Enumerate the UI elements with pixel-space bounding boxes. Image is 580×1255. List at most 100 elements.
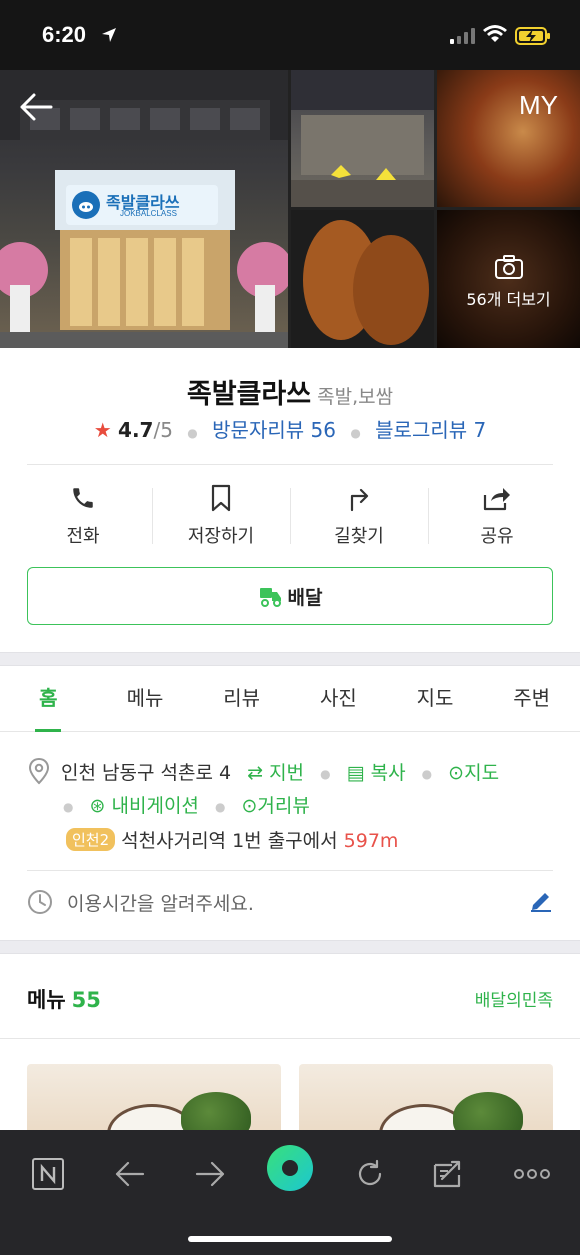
- call-button[interactable]: 전화: [14, 482, 152, 552]
- menu-count: 55: [71, 988, 101, 1012]
- share-label: 공유: [480, 526, 514, 547]
- visitor-reviews-link[interactable]: 방문자리뷰 56: [212, 418, 336, 442]
- tab-nearby[interactable]: 주변: [483, 666, 580, 731]
- clock-icon: [28, 890, 52, 914]
- tab-home[interactable]: 홈: [0, 666, 97, 731]
- pig-logo-icon: [72, 191, 100, 219]
- photo-gallery[interactable]: 족발클라쓰 JOKBALCLASS 56개 더보기 MY: [0, 70, 580, 348]
- store-sign: 족발클라쓰 JOKBALCLASS: [66, 185, 218, 225]
- tab-menu[interactable]: 메뉴: [97, 666, 194, 731]
- share-icon: [483, 488, 510, 511]
- subway-row: 인천2 석천사거리역 1번 출구에서 597m: [66, 826, 398, 853]
- browser-back-button[interactable]: [108, 1152, 152, 1196]
- separator-dot: ●: [350, 426, 361, 440]
- navigation-link[interactable]: ⊛ 내비게이션: [90, 795, 199, 817]
- browser-forward-button[interactable]: [188, 1152, 232, 1196]
- green-dot-button[interactable]: [266, 1144, 314, 1192]
- tab-reviews[interactable]: 리뷰: [193, 666, 290, 731]
- forward-arrow-icon: [195, 1161, 225, 1187]
- tab-bar: 홈 메뉴 리뷰 사진 지도 주변: [0, 666, 580, 732]
- copy-icon: ▤: [346, 762, 365, 784]
- bookmark-icon: [211, 484, 231, 512]
- interior-photo[interactable]: [291, 70, 434, 207]
- directions-label: 길찾기: [334, 526, 384, 547]
- naver-home-button[interactable]: [26, 1152, 70, 1196]
- separator-dot: ●: [421, 766, 433, 781]
- place-page: 6:20 족발클라쓰 JOKBALCLASS 56개 더보기 MY 족발클라쓰 …: [0, 0, 580, 1255]
- menu-title: 메뉴: [27, 988, 66, 1012]
- more-photos-button[interactable]: 56개 더보기: [437, 254, 580, 310]
- sign-subtext: JOKBALCLASS: [120, 209, 177, 218]
- exit-text: 1번 출구에서: [232, 830, 338, 852]
- place-name: 족발클라쓰: [186, 379, 312, 410]
- menu-source-link[interactable]: 배달의민족: [475, 986, 553, 1011]
- signal-icon: [450, 28, 475, 44]
- home-indicator: [188, 1236, 392, 1242]
- separator-dot: ●: [214, 799, 226, 814]
- divider: [0, 1038, 580, 1039]
- food-illustration: [291, 210, 434, 348]
- edit-pencil-icon[interactable]: [529, 889, 553, 913]
- green-dot-icon: [267, 1145, 313, 1191]
- address-text: 인천 남동구 석촌로 4: [61, 762, 232, 784]
- menu-header: 메뉴 55 배달의민족: [27, 984, 553, 1014]
- delivery-label: 배달: [287, 586, 323, 609]
- swap-icon: ⇄: [247, 762, 264, 784]
- hours-row[interactable]: 이용시간을 알려주세요.: [27, 886, 553, 918]
- directions-icon: [350, 488, 369, 512]
- wifi-icon: [483, 25, 507, 42]
- reload-button[interactable]: [348, 1152, 392, 1196]
- divider: [27, 870, 553, 871]
- share-page-button[interactable]: [426, 1152, 470, 1196]
- rating-score: 4.7: [118, 418, 154, 442]
- street-view-link[interactable]: ⊙거리뷰: [241, 795, 309, 817]
- back-arrow-icon: [115, 1161, 145, 1187]
- copy-link[interactable]: ▤ 복사: [347, 762, 406, 784]
- tab-map[interactable]: 지도: [387, 666, 484, 731]
- separator-dot: ●: [187, 426, 198, 440]
- section-gap: [0, 940, 580, 954]
- save-button[interactable]: 저장하기: [152, 482, 290, 552]
- jibun-label: 지번: [269, 762, 305, 784]
- food-photo-2[interactable]: [291, 210, 434, 348]
- share-button[interactable]: 공유: [428, 482, 566, 552]
- camera-icon: [494, 255, 523, 279]
- food-photo-3[interactable]: 56개 더보기: [437, 210, 580, 348]
- more-photos-label: 56개 더보기: [466, 290, 551, 309]
- food-photo-1[interactable]: [437, 70, 580, 207]
- navigation-label: 내비게이션: [111, 795, 199, 817]
- separator-dot: ●: [63, 799, 74, 814]
- separator-dot: ●: [320, 766, 331, 781]
- my-button[interactable]: MY: [519, 90, 558, 121]
- status-bar: 6:20: [0, 0, 580, 70]
- car-icon: ⊛: [89, 795, 106, 817]
- tab-photos[interactable]: 사진: [290, 666, 387, 731]
- delivery-button[interactable]: 배달: [27, 567, 553, 625]
- battery-charging-icon: [515, 27, 550, 45]
- hours-prompt: 이용시간을 알려주세요.: [67, 893, 254, 915]
- action-bar: 전화 저장하기 길찾기 공유: [14, 482, 566, 552]
- directions-button[interactable]: 길찾기: [290, 482, 428, 552]
- interior-illustration: [291, 70, 434, 207]
- address-row: 인천 남동구 석촌로 4 ⇄ 지번 ● ▤ 복사 ● ⊙지도: [27, 757, 499, 785]
- location-pin-icon: [28, 757, 50, 785]
- place-category: 족발,보쌈: [317, 386, 394, 408]
- map-link[interactable]: ⊙지도: [448, 762, 499, 784]
- place-title: 족발클라쓰 족발,보쌈: [0, 372, 580, 411]
- map-label: 지도: [464, 762, 500, 784]
- call-label: 전화: [66, 526, 100, 547]
- more-options-button[interactable]: [510, 1152, 554, 1196]
- section-gap: [0, 652, 580, 666]
- jibun-link[interactable]: ⇄ 지번: [247, 762, 304, 784]
- copy-label: 복사: [370, 762, 406, 784]
- naver-n-icon: [32, 1158, 64, 1190]
- reload-icon: [358, 1159, 382, 1186]
- rating-max: /5: [153, 418, 173, 442]
- blog-reviews-link[interactable]: 블로그리뷰 7: [375, 418, 486, 442]
- street-view-label: 거리뷰: [257, 795, 310, 817]
- station-name: 석천사거리역: [121, 830, 227, 852]
- address-links-row: ● ⊛ 내비게이션 ● ⊙거리뷰: [63, 791, 310, 818]
- phone-icon: [73, 488, 93, 508]
- more-dots-icon: [514, 1169, 550, 1179]
- back-arrow-icon[interactable]: [18, 92, 54, 122]
